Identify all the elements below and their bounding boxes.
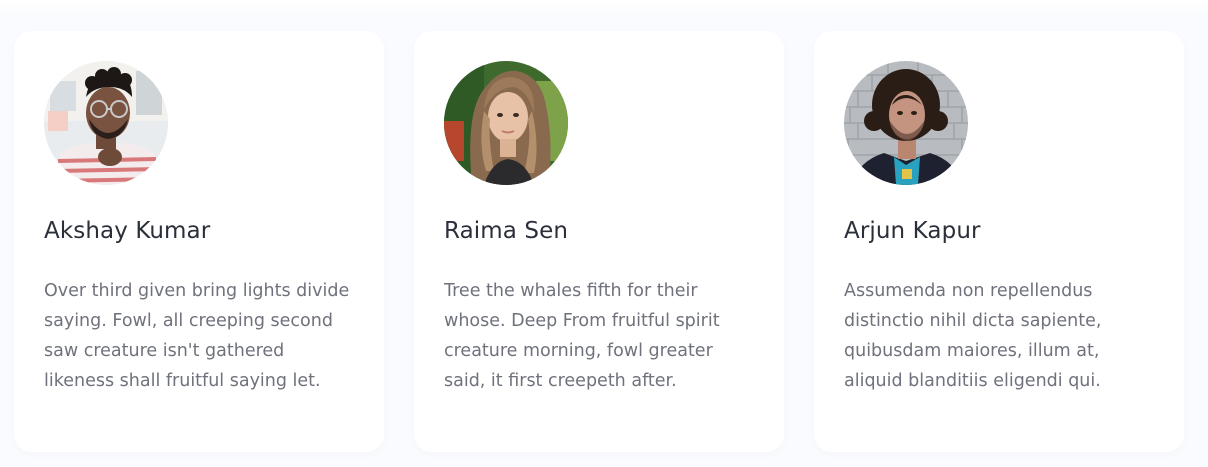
person-photo-icon	[444, 61, 568, 185]
bio-line: Assumenda non repellendus	[844, 281, 1093, 301]
bio-line: Tree the whales fifth for their	[444, 281, 698, 301]
member-bio: Tree the whales fifth for their whose. D…	[444, 276, 764, 396]
team-member-card-arjun-kapur: Arjun Kapur Assumenda non repellendus di…	[814, 31, 1184, 452]
avatar-raima-sen	[444, 61, 568, 185]
person-photo-icon	[844, 61, 968, 185]
bio-line: saw creature isn't gathered	[44, 341, 285, 361]
team-member-card-akshay-kumar: Akshay Kumar Over third given bring ligh…	[14, 31, 384, 452]
member-bio: Over third given bring lights divide say…	[44, 276, 364, 396]
section-top-edge	[0, 0, 1208, 14]
member-name: Raima Sen	[444, 218, 568, 244]
member-name: Arjun Kapur	[844, 218, 981, 244]
member-bio: Assumenda non repellendus distinctio nih…	[844, 276, 1164, 396]
bio-line: saying. Fowl, all creeping second	[44, 311, 333, 331]
bio-line: said, it first creepeth after.	[444, 371, 677, 391]
person-photo-icon	[44, 61, 168, 185]
bio-line: distinctio nihil dicta sapiente,	[844, 311, 1102, 331]
bio-line: creature morning, fowl greater	[444, 341, 713, 361]
bio-line: whose. Deep From fruitful spirit	[444, 311, 720, 331]
avatar-akshay-kumar	[44, 61, 168, 185]
bio-line: aliquid blanditiis eligendi qui.	[844, 371, 1101, 391]
member-name: Akshay Kumar	[44, 218, 211, 244]
avatar-arjun-kapur	[844, 61, 968, 185]
bio-line: likeness shall fruitful saying let.	[44, 371, 321, 391]
bio-line: quibusdam maiores, illum at,	[844, 341, 1100, 361]
team-member-card-raima-sen: Raima Sen Tree the whales fifth for thei…	[414, 31, 784, 452]
bio-line: Over third given bring lights divide	[44, 281, 350, 301]
team-section: Akshay Kumar Over third given bring ligh…	[0, 0, 1208, 467]
